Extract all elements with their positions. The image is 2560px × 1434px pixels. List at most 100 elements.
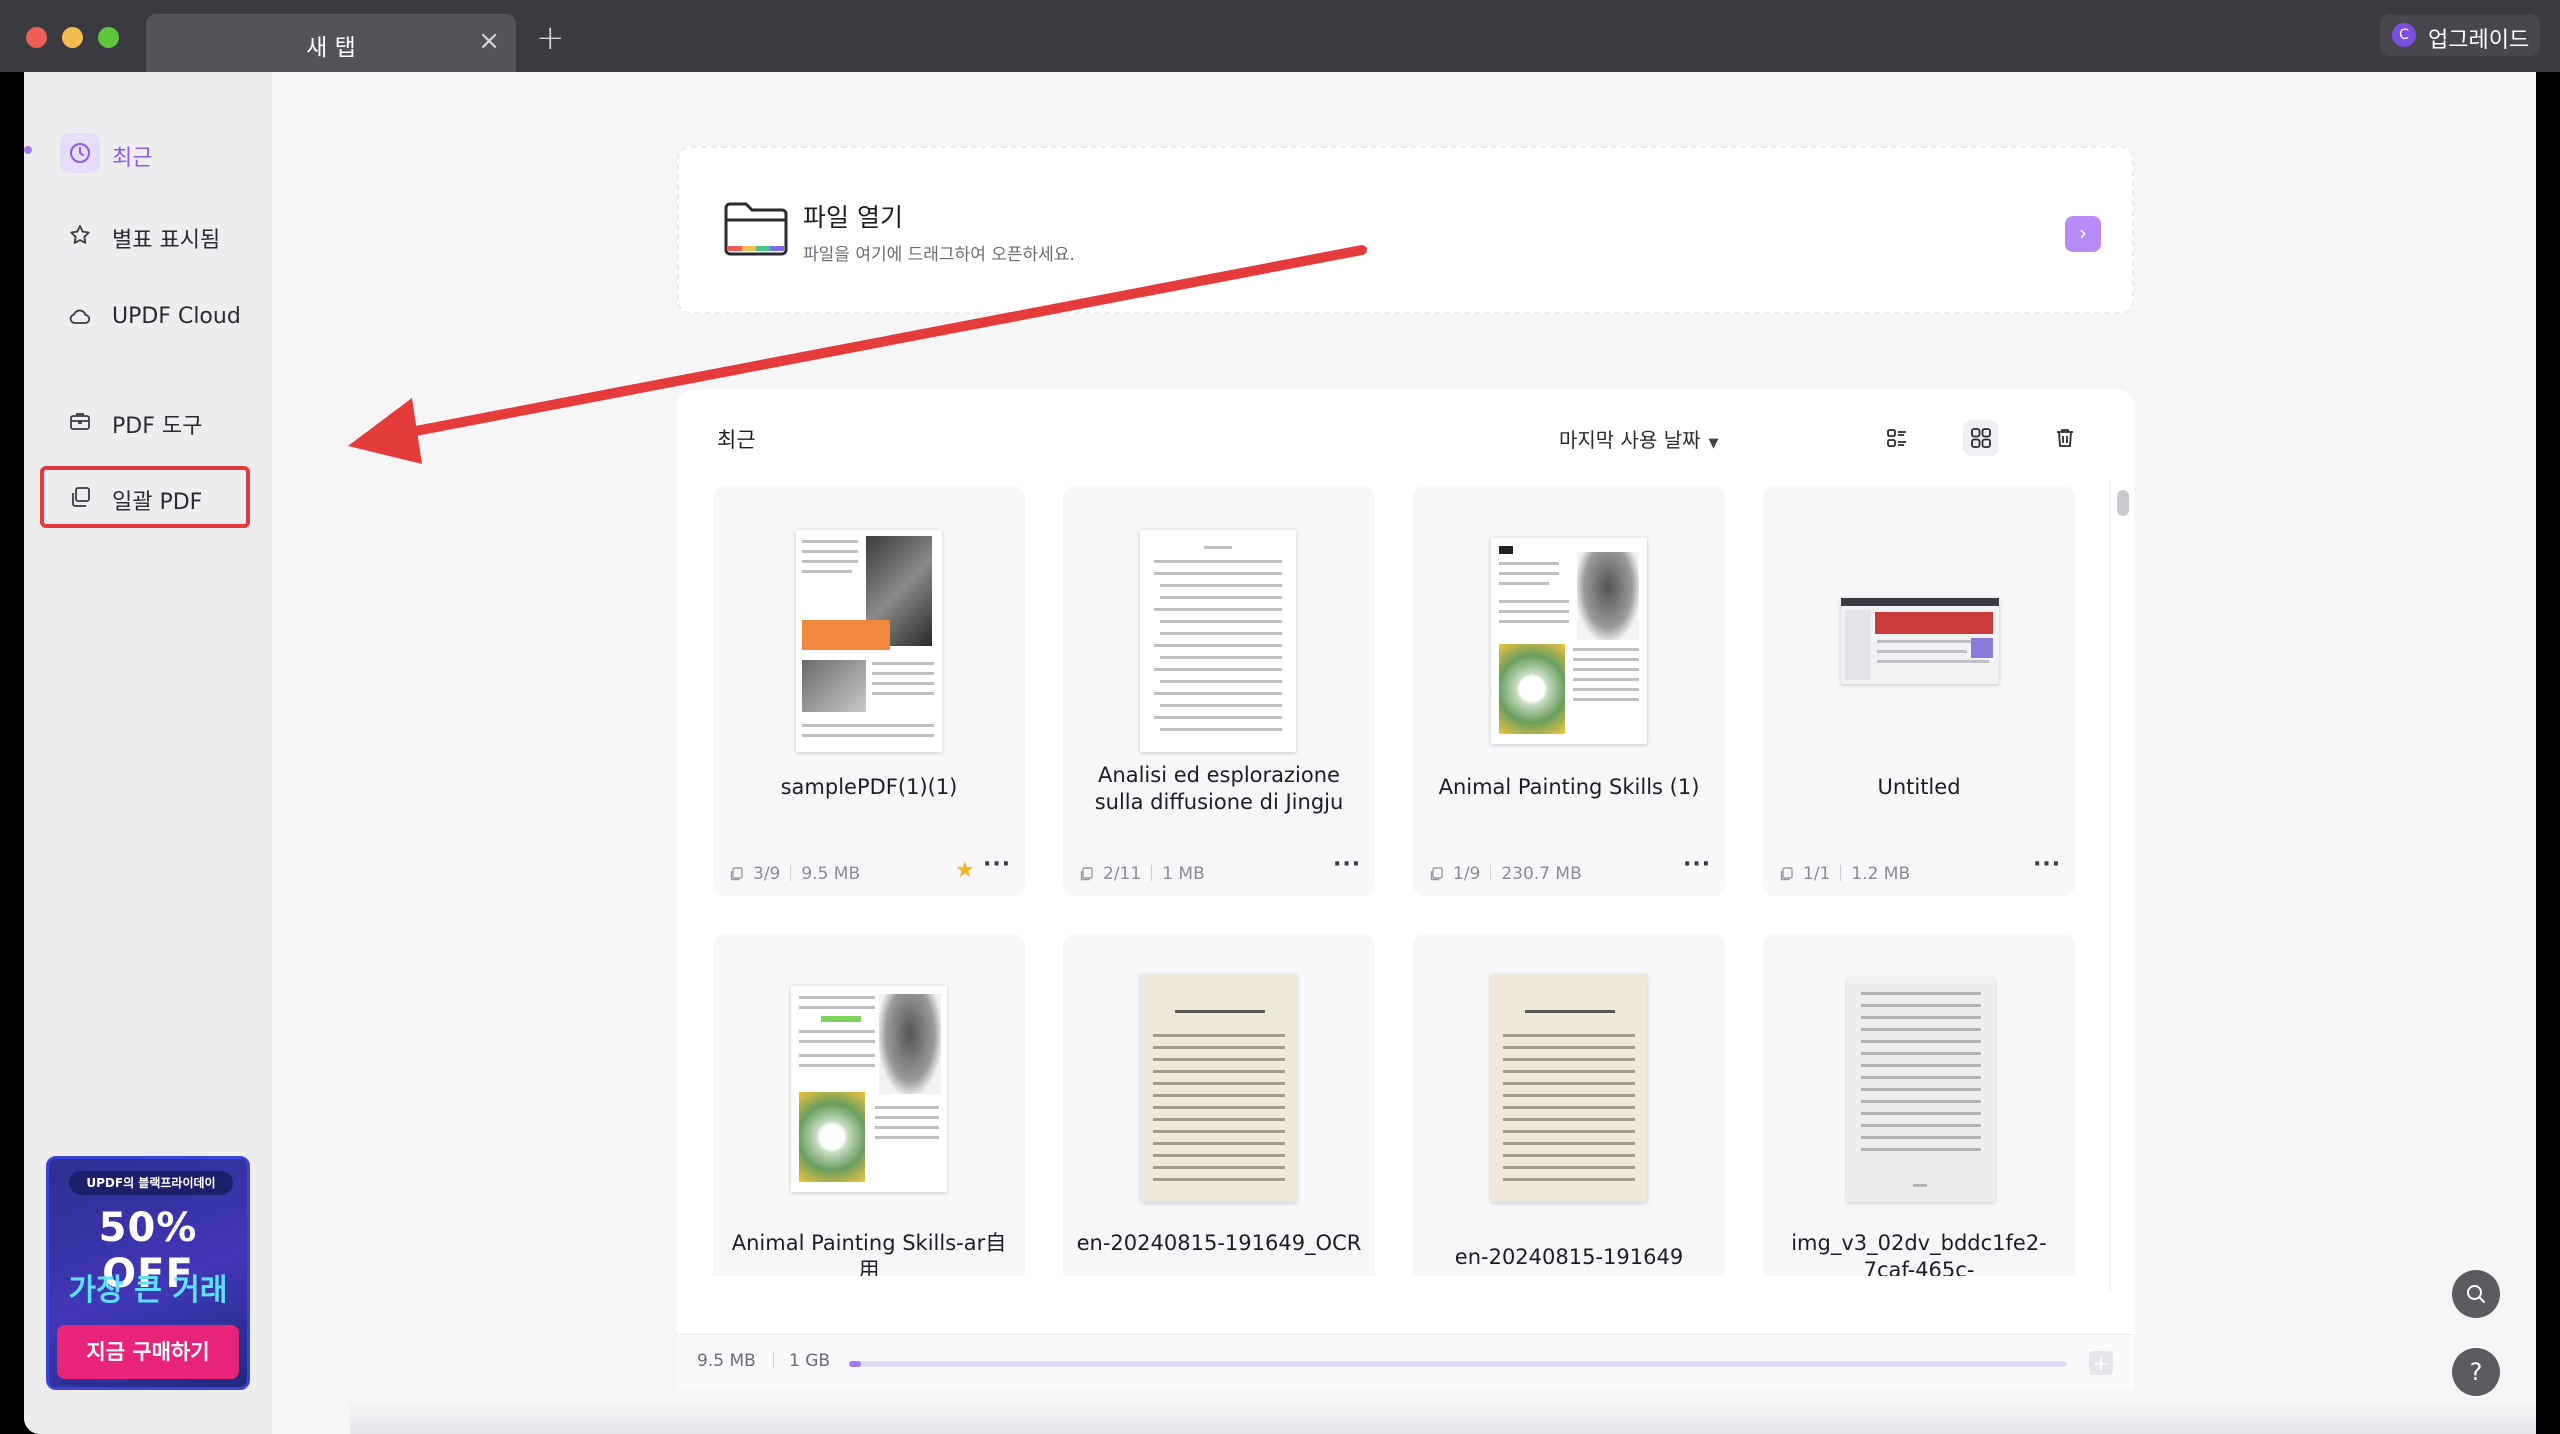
file-thumbnail bbox=[791, 986, 947, 1192]
search-button[interactable] bbox=[2452, 1270, 2500, 1318]
tab-new-tab[interactable]: 새 탭 × bbox=[146, 14, 516, 72]
cloud-icon bbox=[60, 297, 100, 337]
buy-now-button[interactable]: 지금 구매하기 bbox=[57, 1325, 239, 1379]
file-meta: 1/9 230.7 MB bbox=[1429, 864, 1582, 884]
file-thumbnail bbox=[1141, 974, 1297, 1202]
sidebar-item-label: 별표 표시됨 bbox=[112, 228, 221, 253]
file-card[interactable]: Analisi ed esplorazione sulla diffusione… bbox=[1063, 486, 1375, 896]
storage-bar: 9.5 MB 1 GB + bbox=[677, 1334, 2134, 1390]
tab-title: 새 탭 bbox=[306, 35, 356, 61]
app-window: 최근 별표 표시됨 UPDF Cloud PDF 도구 일괄 PDF UPDF의… bbox=[24, 72, 2536, 1434]
file-thumbnail bbox=[1491, 538, 1647, 744]
maximize-window-button[interactable] bbox=[98, 27, 119, 48]
file-name: img_v3_02dv_bddc1fe2-7caf-465c- bbox=[1791, 1231, 2047, 1276]
sidebar-item-starred[interactable]: 별표 표시됨 bbox=[52, 210, 258, 260]
file-card[interactable]: en-20240815-191649 bbox=[1413, 934, 1725, 1276]
file-pages: 1/1 bbox=[1803, 864, 1831, 884]
promo-banner[interactable]: UPDF의 블랙프라이데이 50% OFF 가장 큰 거래 지금 구매하기 bbox=[46, 1156, 250, 1390]
file-size: 9.5 MB bbox=[801, 864, 861, 884]
recent-files-panel: 최근 마지막 사용 날짜 ▼ samplePDF(1)(1) 3/9 9.5 M… bbox=[677, 390, 2134, 1390]
file-size: 230.7 MB bbox=[1501, 864, 1582, 884]
file-card[interactable]: Animal Painting Skills-ar自用 bbox=[713, 934, 1025, 1276]
file-meta: 3/9 9.5 MB bbox=[729, 864, 860, 884]
pages-icon bbox=[730, 867, 743, 881]
file-name: Animal Painting Skills (1) bbox=[1438, 775, 1700, 799]
more-options-button[interactable]: ··· bbox=[983, 852, 1011, 877]
promo-deal: 가장 큰 거래 bbox=[68, 1273, 228, 1308]
trash-icon bbox=[2057, 429, 2073, 447]
file-grid: samplePDF(1)(1) 3/9 9.5 MB ★ ··· Analisi… bbox=[713, 486, 2099, 1276]
file-card[interactable]: img_v3_02dv_bddc1fe2-7caf-465c- bbox=[1763, 934, 2075, 1276]
open-file-arrow-button[interactable]: › bbox=[2065, 216, 2101, 252]
avatar: C bbox=[2392, 23, 2416, 47]
file-thumbnail bbox=[1140, 530, 1296, 752]
sidebar-item-label: PDF 도구 bbox=[112, 414, 203, 439]
open-file-dropzone[interactable]: 파일 열기 파일을 여기에 드래그하여 오픈하세요. › bbox=[677, 146, 2134, 314]
file-size: 1.2 MB bbox=[1851, 864, 1911, 884]
sort-dropdown[interactable]: 마지막 사용 날짜 ▼ bbox=[1559, 424, 1719, 453]
chevron-down-icon: ▼ bbox=[1708, 436, 1719, 451]
sidebar-item-label: 최근 bbox=[112, 146, 153, 171]
star-icon bbox=[60, 215, 100, 255]
more-options-button[interactable]: ··· bbox=[1683, 852, 1711, 877]
file-thumbnail bbox=[1847, 978, 1995, 1202]
file-pages: 2/11 bbox=[1103, 864, 1142, 884]
file-card[interactable]: en-20240815-191649_OCR bbox=[1063, 934, 1375, 1276]
file-thumbnail bbox=[1491, 974, 1647, 1202]
grid-view-icon bbox=[1971, 428, 1991, 448]
clock-icon bbox=[60, 133, 100, 173]
file-thumbnail bbox=[1841, 598, 1999, 684]
file-card[interactable]: Animal Painting Skills (1) 1/9 230.7 MB ·… bbox=[1413, 486, 1725, 896]
close-window-button[interactable] bbox=[26, 27, 47, 48]
pages-icon bbox=[1430, 867, 1443, 881]
file-card[interactable]: Untitled 1/1 1.2 MB ··· bbox=[1763, 486, 2075, 896]
file-name: en-20240815-191649_OCR bbox=[1076, 1231, 1362, 1255]
sidebar: 최근 별표 표시됨 UPDF Cloud PDF 도구 일괄 PDF UPDF의… bbox=[24, 72, 272, 1434]
open-file-subtitle: 파일을 여기에 드래그하여 오픈하세요. bbox=[803, 245, 1075, 265]
file-thumbnail bbox=[796, 530, 942, 752]
more-options-button[interactable]: ··· bbox=[1333, 852, 1361, 877]
storage-total: 1 GB bbox=[789, 1351, 831, 1371]
delete-button[interactable] bbox=[2047, 420, 2083, 456]
file-card[interactable]: samplePDF(1)(1) 3/9 9.5 MB ★ ··· bbox=[713, 486, 1025, 896]
new-tab-button[interactable]: + bbox=[536, 18, 565, 58]
upgrade-button[interactable]: C 업그레이드 bbox=[2380, 14, 2540, 56]
toolbox-icon bbox=[60, 401, 100, 441]
star-icon[interactable]: ★ bbox=[955, 858, 975, 883]
file-name: Analisi ed esplorazione sulla diffusione… bbox=[1094, 763, 1344, 814]
file-pages: 1/9 bbox=[1453, 864, 1481, 884]
scrollbar-thumb[interactable] bbox=[2117, 490, 2129, 516]
storage-progress bbox=[849, 1361, 2067, 1367]
sidebar-item-label: UPDF Cloud bbox=[112, 304, 241, 329]
file-name: Animal Painting Skills-ar自用 bbox=[731, 1231, 1007, 1276]
folder-icon bbox=[723, 198, 789, 262]
sidebar-item-updf-cloud[interactable]: UPDF Cloud bbox=[52, 292, 258, 342]
upgrade-label: 업그레이드 bbox=[2428, 28, 2530, 53]
title-bar: 새 탭 × + C 업그레이드 bbox=[0, 0, 2560, 72]
file-pages: 3/9 bbox=[753, 864, 781, 884]
file-size: 1 MB bbox=[1162, 864, 1205, 884]
pages-icon bbox=[1080, 867, 1093, 881]
scroll-track bbox=[2109, 480, 2111, 1290]
file-meta: 1/1 1.2 MB bbox=[1779, 864, 1910, 884]
sort-label: 마지막 사용 날짜 bbox=[1559, 428, 1701, 452]
promo-tag: UPDF의 블랙프라이데이 bbox=[69, 1171, 233, 1195]
tab-close-icon[interactable]: × bbox=[478, 26, 500, 56]
help-button[interactable]: ? bbox=[2452, 1348, 2500, 1396]
search-icon bbox=[2467, 1285, 2485, 1303]
grid-view-button[interactable] bbox=[1963, 420, 1999, 456]
recent-heading: 최근 bbox=[717, 428, 756, 452]
list-view-icon bbox=[1887, 429, 1906, 447]
add-storage-button[interactable]: + bbox=[2089, 1351, 2113, 1375]
sidebar-indicator-dot bbox=[24, 146, 32, 154]
open-file-title: 파일 열기 bbox=[803, 203, 903, 232]
sidebar-item-pdf-tools[interactable]: PDF 도구 bbox=[52, 396, 258, 446]
pages-icon bbox=[1780, 867, 1793, 881]
storage-progress-fill bbox=[849, 1361, 862, 1367]
more-options-button[interactable]: ··· bbox=[2033, 852, 2061, 877]
annotation-highlight-box bbox=[40, 466, 250, 528]
file-name: samplePDF(1)(1) bbox=[780, 775, 958, 799]
list-view-button[interactable] bbox=[1879, 420, 1915, 456]
minimize-window-button[interactable] bbox=[62, 27, 83, 48]
sidebar-item-recent[interactable]: 최근 bbox=[52, 128, 258, 178]
